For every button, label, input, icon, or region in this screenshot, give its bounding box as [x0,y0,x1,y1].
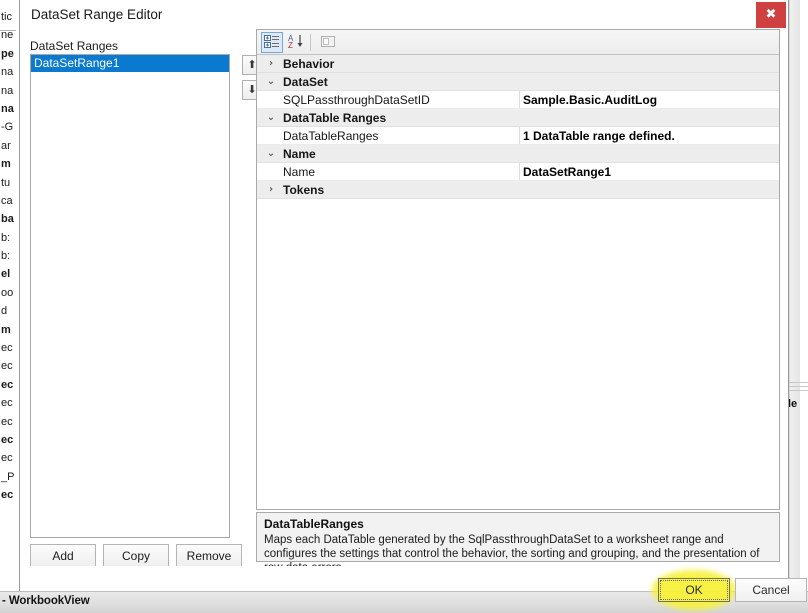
az-sort-glyph: A Z [288,34,303,50]
close-glyph: ✖ [765,7,777,22]
dialog-title: DataSet Range Editor [31,7,163,22]
background-text-fragment: b: [1,250,11,263]
cancel-button[interactable]: Cancel [735,578,807,602]
property-name: DataTable Ranges [283,111,387,125]
property-name: SQLPassthroughDataSetID [283,93,430,107]
toolbar-separator [310,34,311,51]
background-text-fragment: m [1,323,11,336]
background-text-fragment: ca [1,194,13,207]
background-text-fragment: ec [1,452,13,465]
description-pane: DataTableRanges Maps each DataTable gene… [256,512,780,574]
property-pages-icon[interactable] [317,32,339,53]
property-value[interactable]: 1 DataTable range defined. [523,127,675,145]
background-text-fragment: ar [1,139,11,152]
background-text-fragment: ec [1,378,14,391]
property-pages-glyph [321,36,335,47]
property-row[interactable]: SQLPassthroughDataSetID Sample.Basic.Audi… [257,91,779,109]
property-name: Name [283,165,316,179]
chevron-down-icon[interactable]: ⌄ [265,109,277,127]
background-left-list: tic ne pe na na na -G ar m tu ca ba b: b: el oo d m ec ec ec… [0,0,20,591]
property-category-row[interactable]: › Behavior [257,55,779,73]
alphabetic-sort-icon[interactable]: A Z [286,32,308,53]
background-text-fragment: ec [1,342,13,355]
property-name: Tokens [283,183,325,197]
property-value[interactable]: DataSetRange1 [523,163,611,181]
background-text-fragment: na [1,66,14,79]
categorized-glyph [264,35,279,48]
property-value[interactable]: Sample.Basic.AuditLog [523,91,657,109]
background-text-fragment: el [1,268,11,281]
dataset-range-editor-dialog: DataSet Range Editor ✖ DataSet Ranges Da… [19,0,789,591]
column-splitter[interactable] [519,163,520,180]
property-name: Name [283,147,316,161]
chevron-down-icon[interactable]: ⌄ [265,145,277,163]
background-text-fragment: ec [1,360,13,373]
property-row[interactable]: DataTableRanges 1 DataTable range defined… [257,127,779,145]
background-right-panel: le [786,0,808,591]
background-text-fragment: tic [1,11,12,23]
property-category-row[interactable]: ⌄ DataSet [257,73,779,91]
property-row[interactable]: Name DataSetRange1 [257,163,779,181]
dataset-ranges-list[interactable]: DataSetRange1 [30,54,230,538]
background-text-fragment: b: [1,231,11,244]
dataset-ranges-label: DataSet Ranges [30,39,119,53]
property-category-row[interactable]: ⌄ Name [257,145,779,163]
background-text-fragment: _P [1,470,15,483]
chevron-right-icon[interactable]: › [265,55,277,73]
property-category-row[interactable]: › Tokens [257,181,779,199]
ok-button[interactable]: OK [658,578,730,602]
status-bar-text: - WorkbookView [2,595,90,607]
background-scrollbar[interactable] [789,0,800,591]
close-icon[interactable]: ✖ [756,2,786,28]
copy-button[interactable]: Copy [103,544,169,567]
background-text-fragment: m [1,158,11,171]
background-right-label: le [788,398,798,410]
background-text-fragment: ec [1,397,13,410]
property-grid-rows: › Behavior ⌄ DataSet SQLPassthroughDataSetID… [257,55,779,509]
list-item[interactable]: DataSetRange1 [31,55,229,72]
background-divider [0,30,16,31]
remove-button[interactable]: Remove [176,544,242,567]
property-name: Behavior [283,57,335,71]
background-text-fragment: ec [1,415,13,428]
svg-text:Z: Z [288,41,293,50]
background-text-fragment: tu [1,176,11,189]
chevron-down-icon[interactable]: ⌄ [265,73,277,91]
background-text-fragment: na [1,102,14,115]
background-text-fragment: pe [1,47,14,60]
categorized-view-icon[interactable] [261,32,283,53]
property-grid-toolbar: A Z [257,30,779,55]
property-category-row[interactable]: ⌄ DataTable Ranges [257,109,779,127]
dialog-title-bar: DataSet Range Editor ✖ [20,0,788,32]
background-text-fragment: ec [1,433,14,446]
background-text-fragment: d [1,305,8,318]
property-name: DataTableRanges [283,129,379,143]
background-text-fragment: -G [1,121,14,134]
property-name: DataSet [283,75,328,89]
description-title: DataTableRanges [264,517,364,531]
add-button[interactable]: Add [30,544,96,567]
column-splitter[interactable] [519,127,520,144]
property-grid: A Z › Behavior ⌄ DataSet SQLPassthroughDataS… [256,29,780,510]
background-text-fragment: ba [1,213,14,226]
background-text-fragment: na [1,84,14,97]
background-text-fragment: oo [1,286,14,299]
column-splitter[interactable] [519,91,520,108]
background-text-fragment: ec [1,489,14,502]
chevron-right-icon[interactable]: › [265,181,277,199]
